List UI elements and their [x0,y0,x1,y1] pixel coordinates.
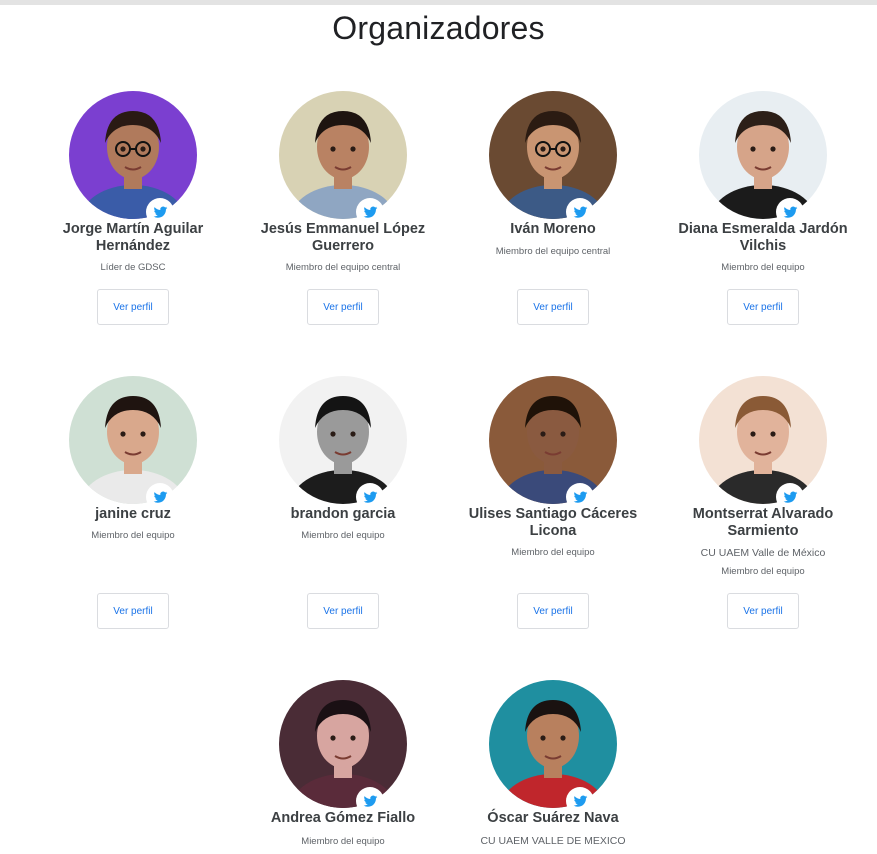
organizer-organization: CU UAEM VALLE DE MEXICO [480,835,626,847]
organizer-role: Miembro del equipo [721,566,805,577]
avatar [489,91,617,219]
organizer-role: Miembro del equipo central [285,262,401,273]
organizer-role: Miembro del equipo [301,530,385,541]
avatar [279,680,407,808]
view-profile-button[interactable]: Ver perfil [727,593,799,629]
organizer-organization: CU UAEM Valle de México [700,547,826,559]
organizer-role: Miembro del equipo [511,547,595,558]
avatar [69,376,197,504]
organizer-role: Miembro del equipo [91,530,175,541]
page-title: Organizadores [332,10,545,46]
organizer-name: Andrea Gómez Fiallo [270,810,416,826]
organizer-role: Miembro del equipo central [495,246,611,257]
organizer-name: Ulises Santiago Cáceres Licona [468,506,638,539]
organizer-role: Líder de GDSC [100,262,166,273]
organizer-name: janine cruz [95,506,171,522]
organizer-name: Diana Esmeralda Jardón Vilchis [678,221,848,254]
avatar [69,91,197,219]
organizer-name: Jorge Martín Aguilar Hernández [62,221,204,254]
organizer-role: Miembro del equipo [721,262,805,273]
avatar [279,376,407,504]
avatar [699,376,827,504]
organizer-name: Iván Moreno [510,221,596,237]
view-profile-button[interactable]: Ver perfil [517,289,589,325]
view-profile-button[interactable]: Ver perfil [97,593,169,629]
organizer-role: Miembro del equipo [301,836,385,847]
view-profile-button[interactable]: Ver perfil [97,289,169,325]
avatar [489,376,617,504]
view-profile-button[interactable]: Ver perfil [727,289,799,325]
view-profile-button[interactable]: Ver perfil [307,289,379,325]
avatar [699,91,827,219]
view-profile-button[interactable]: Ver perfil [307,593,379,629]
organizer-name: Jesús Emmanuel López Guerrero [260,221,426,254]
view-profile-button[interactable]: Ver perfil [517,593,589,629]
avatar [279,91,407,219]
browser-top-strip [0,0,877,5]
organizer-name: brandon garcia [290,506,396,522]
organizer-name: Óscar Suárez Nava [487,810,619,826]
avatar [489,680,617,808]
organizer-name: Montserrat Alvarado Sarmiento [692,506,834,539]
